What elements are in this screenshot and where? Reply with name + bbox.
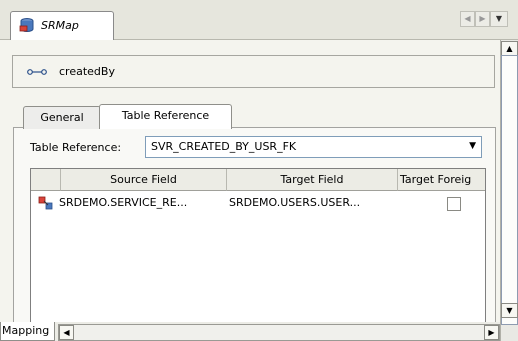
- scroll-up-button[interactable]: ▲: [501, 41, 518, 56]
- chevron-down-icon: ▼: [469, 141, 476, 151]
- target-field-cell[interactable]: SRDEMO.USERS.USER...: [227, 194, 398, 214]
- attribute-name: createdBy: [59, 65, 115, 78]
- scroll-left-button[interactable]: ◀: [59, 325, 74, 340]
- vertical-scrollbar-thumb[interactable]: [501, 55, 518, 325]
- attribute-icon: [27, 69, 47, 75]
- tab-scroll-right-button[interactable]: ▶: [475, 11, 490, 27]
- tab-list-dropdown-button[interactable]: ▼: [490, 11, 508, 27]
- table-reference-select[interactable]: SVR_CREATED_BY_USR_FK ▼: [145, 136, 482, 158]
- table-reference-value: SVR_CREATED_BY_USR_FK: [151, 140, 297, 153]
- attribute-header: createdBy: [12, 55, 495, 88]
- database-icon: [19, 18, 34, 32]
- tab-srmap[interactable]: SRMap: [10, 11, 114, 41]
- target-foreign-checkbox[interactable]: [447, 197, 461, 211]
- table-reference-label: Table Reference:: [30, 141, 122, 154]
- table-row[interactable]: SRDEMO.SERVICE_RE... SRDEMO.USERS.USER..…: [31, 169, 485, 219]
- mapping-grid: Source Field Target Field Target Foreig …: [30, 168, 486, 341]
- scroll-right-button[interactable]: ▶: [484, 325, 499, 340]
- tab-title: SRMap: [41, 19, 79, 32]
- scroll-down-button[interactable]: ▼: [501, 303, 518, 318]
- tab-mapping[interactable]: Mapping: [0, 322, 55, 341]
- horizontal-scrollbar[interactable]: ◀ ▶: [58, 324, 500, 341]
- relationship-icon: [38, 196, 53, 210]
- tab-table-reference[interactable]: Table Reference: [99, 104, 232, 129]
- tab-general[interactable]: General: [23, 106, 101, 129]
- source-field-cell[interactable]: SRDEMO.SERVICE_RE...: [59, 194, 227, 214]
- tab-scroll-left-button[interactable]: ◀: [460, 11, 475, 27]
